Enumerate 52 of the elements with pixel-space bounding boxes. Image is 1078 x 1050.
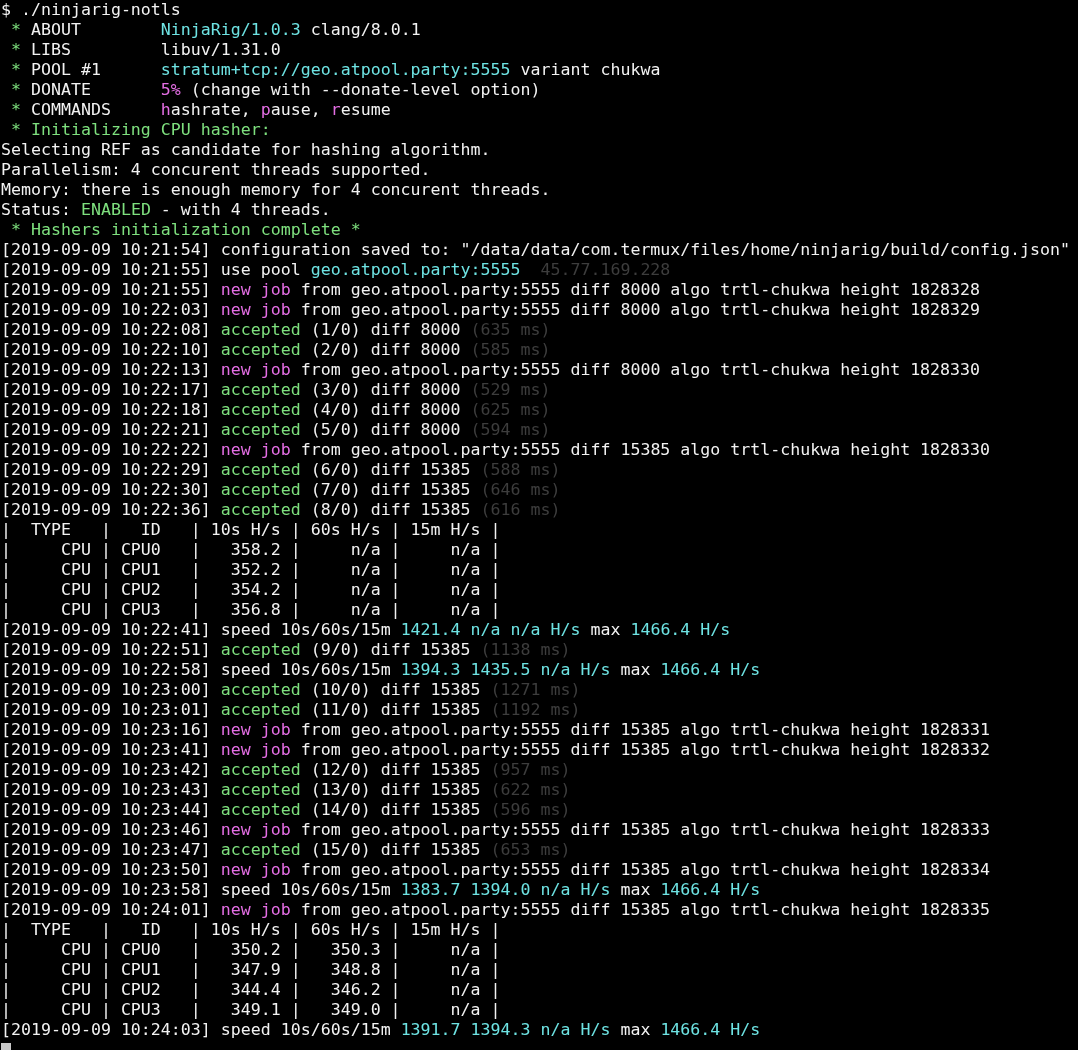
terminal-line: [2019-09-09 10:23:00] accepted (10/0) diff 15385 (1271 ms) xyxy=(1,680,581,700)
terminal-line: Memory: there is enough memory for 4 concurent threads. xyxy=(1,180,551,200)
terminal-line: [2019-09-09 10:22:58] speed 10s/60s/15m 1394.3 1435.5 n/a H/s max 1466.4 H/s xyxy=(1,660,761,680)
terminal-line: [2019-09-09 10:23:47] accepted (15/0) diff 15385 (653 ms) xyxy=(1,840,571,860)
terminal-line: | TYPE | ID | 10s H/s | 60s H/s | 15m H/s | xyxy=(1,920,501,940)
terminal-line: | CPU | CPU1 | 352.2 | n/a | n/a | xyxy=(1,560,501,580)
terminal-line: Status: ENABLED - with 4 threads. xyxy=(1,200,331,220)
terminal-line: Selecting REF as candidate for hashing algorithm. xyxy=(1,140,491,160)
terminal-line: | CPU | CPU3 | 356.8 | n/a | n/a | xyxy=(1,600,501,620)
terminal-line: [2019-09-09 10:21:54] configuration saved to: "/data/data/com.termux/files/home/ninjarig/build/config.json" xyxy=(1,240,1070,260)
terminal-line: * DONATE 5% (change with --donate-level option) xyxy=(10,80,541,100)
terminal-line: | CPU | CPU2 | 344.4 | 346.2 | n/a | xyxy=(1,980,501,1000)
terminal-line: | CPU | CPU1 | 347.9 | 348.8 | n/a | xyxy=(1,960,501,980)
terminal-line: * ABOUT NinjaRig/1.0.3 clang/8.0.1 xyxy=(10,20,421,40)
terminal-line: [2019-09-09 10:23:16] new job from geo.atpool.party:5555 diff 15385 algo trtl-chukwa height 1828331 xyxy=(1,720,991,740)
terminal-line: [2019-09-09 10:24:03] speed 10s/60s/15m 1391.7 1394.3 n/a H/s max 1466.4 H/s xyxy=(1,1020,761,1040)
terminal-line: [2019-09-09 10:22:10] accepted (2/0) diff 8000 (585 ms) xyxy=(1,340,551,360)
terminal-line: [2019-09-09 10:22:51] accepted (9/0) diff 15385 (1138 ms) xyxy=(1,640,571,660)
terminal-line: | CPU | CPU0 | 350.2 | 350.3 | n/a | xyxy=(1,940,501,960)
terminal-line: [2019-09-09 10:22:08] accepted (1/0) diff 8000 (635 ms) xyxy=(1,320,551,340)
terminal-line: * LIBS libuv/1.31.0 xyxy=(10,40,281,60)
terminal-line: [2019-09-09 10:22:03] new job from geo.atpool.party:5555 diff 8000 algo trtl-chukwa height 1828329 xyxy=(1,300,981,320)
terminal-line: [2019-09-09 10:23:42] accepted (12/0) diff 15385 (957 ms) xyxy=(1,760,571,780)
terminal-line: [2019-09-09 10:22:36] accepted (8/0) diff 15385 (616 ms) xyxy=(1,500,561,520)
terminal-line: | CPU | CPU2 | 354.2 | n/a | n/a | xyxy=(1,580,501,600)
terminal-line: [2019-09-09 10:22:17] accepted (3/0) diff 8000 (529 ms) xyxy=(1,380,551,400)
terminal-line: | CPU | CPU3 | 349.1 | 349.0 | n/a | xyxy=(1,1000,501,1020)
terminal-line: * POOL #1 stratum+tcp://geo.atpool.party:5555 variant chukwa xyxy=(10,60,661,80)
terminal-line: [2019-09-09 10:22:21] accepted (5/0) diff 8000 (594 ms) xyxy=(1,420,551,440)
terminal-line: * Initializing CPU hasher: xyxy=(10,120,271,140)
terminal-line: Parallelism: 4 concurent threads supported. xyxy=(1,160,431,180)
terminal-line: [2019-09-09 10:22:29] accepted (6/0) diff 15385 (588 ms) xyxy=(1,460,561,480)
terminal-line: | CPU | CPU0 | 358.2 | n/a | n/a | xyxy=(1,540,501,560)
terminal-line: * Hashers initialization complete * xyxy=(10,220,361,240)
terminal-line: [2019-09-09 10:22:13] new job from geo.atpool.party:5555 diff 8000 algo trtl-chukwa height 1828330 xyxy=(1,360,981,380)
terminal-line: $ ./ninjarig-notls xyxy=(1,0,181,20)
terminal-line: [2019-09-09 10:22:22] new job from geo.atpool.party:5555 diff 15385 algo trtl-chukwa height 1828330 xyxy=(1,440,991,460)
terminal-line: [2019-09-09 10:23:43] accepted (13/0) diff 15385 (622 ms) xyxy=(1,780,571,800)
terminal-line: [2019-09-09 10:23:50] new job from geo.atpool.party:5555 diff 15385 algo trtl-chukwa height 1828334 xyxy=(1,860,991,880)
terminal-line: [2019-09-09 10:22:30] accepted (7/0) diff 15385 (646 ms) xyxy=(1,480,561,500)
terminal-line: [2019-09-09 10:24:01] new job from geo.atpool.party:5555 diff 15385 algo trtl-chukwa height 1828335 xyxy=(1,900,991,920)
terminal-line: [2019-09-09 10:23:01] accepted (11/0) diff 15385 (1192 ms) xyxy=(1,700,581,720)
terminal-line: [2019-09-09 10:21:55] new job from geo.atpool.party:5555 diff 8000 algo trtl-chukwa height 1828328 xyxy=(1,280,981,300)
terminal-line: [2019-09-09 10:23:58] speed 10s/60s/15m 1383.7 1394.0 n/a H/s max 1466.4 H/s xyxy=(1,880,761,900)
terminal-line: | TYPE | ID | 10s H/s | 60s H/s | 15m H/s | xyxy=(1,520,501,540)
terminal-line: [2019-09-09 10:23:41] new job from geo.atpool.party:5555 diff 15385 algo trtl-chukwa height 1828332 xyxy=(1,740,991,760)
terminal-line: * COMMANDS hashrate, pause, resume xyxy=(10,100,391,120)
terminal-line: [2019-09-09 10:22:18] accepted (4/0) diff 8000 (625 ms) xyxy=(1,400,551,420)
terminal-line: [2019-09-09 10:23:44] accepted (14/0) diff 15385 (596 ms) xyxy=(1,800,571,820)
terminal-line: [2019-09-09 10:22:41] speed 10s/60s/15m 1421.4 n/a n/a H/s max 1466.4 H/s xyxy=(1,620,731,640)
terminal-line: [2019-09-09 10:23:46] new job from geo.atpool.party:5555 diff 15385 algo trtl-chukwa height 1828333 xyxy=(1,820,991,840)
terminal-line: [2019-09-09 10:21:55] use pool geo.atpool.party:5555 45.77.169.228 xyxy=(1,260,671,280)
